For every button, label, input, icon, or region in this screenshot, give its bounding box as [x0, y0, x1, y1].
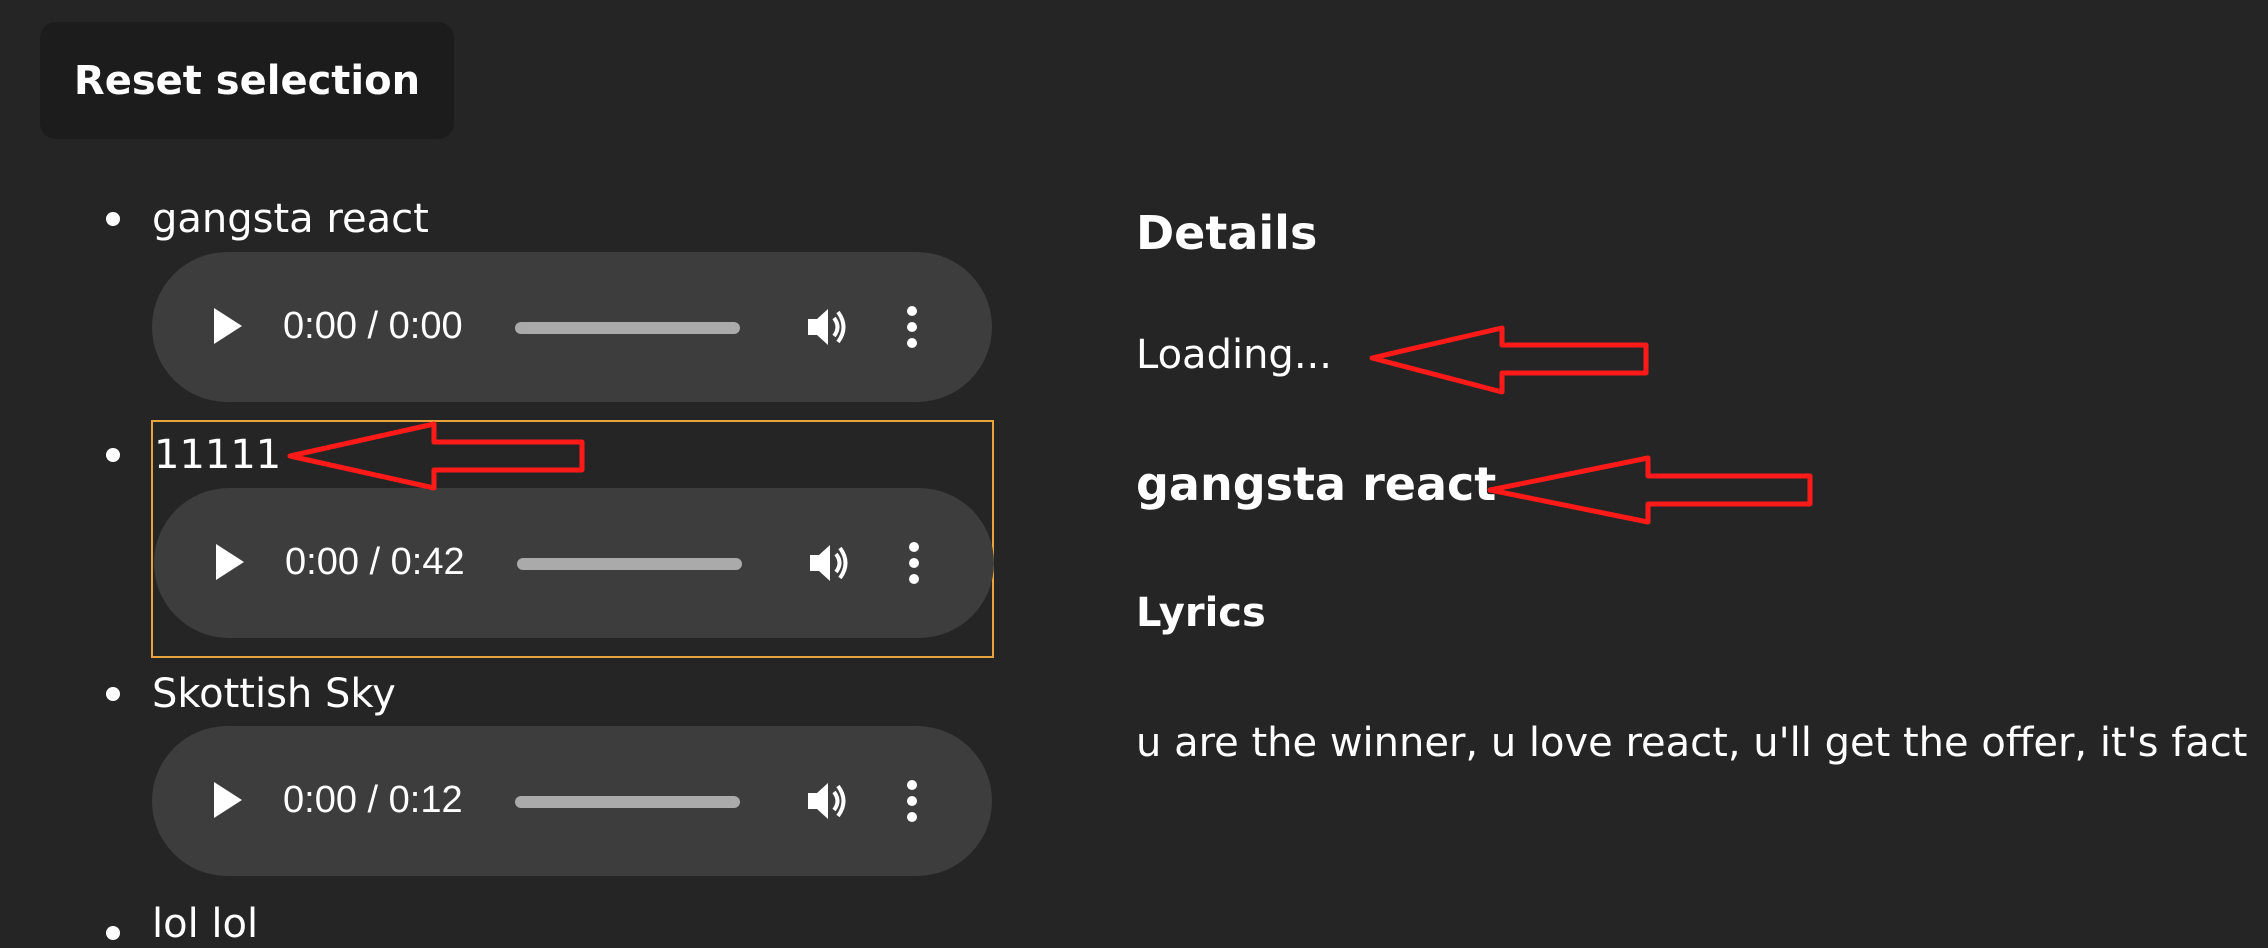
bullet — [106, 687, 120, 701]
volume-icon[interactable] — [804, 778, 850, 824]
reset-selection-button[interactable]: Reset selection — [40, 22, 454, 139]
time-display: 0:00 / 0:12 — [283, 779, 463, 821]
lyrics-text: u are the winner, u love react, u'll get… — [1136, 720, 2248, 766]
red-arrow-annotation — [287, 421, 585, 491]
seek-bar[interactable] — [515, 322, 740, 334]
track-name: lol lol — [152, 901, 259, 947]
time-display: 0:00 / 0:42 — [285, 541, 465, 583]
audio-player: 0:00 / 0:00 — [152, 252, 992, 402]
play-icon[interactable] — [214, 308, 242, 344]
loading-status: Loading... — [1136, 332, 1332, 378]
seek-bar[interactable] — [515, 796, 740, 808]
volume-icon[interactable] — [806, 540, 852, 586]
bullet — [106, 212, 120, 226]
volume-icon[interactable] — [804, 304, 850, 350]
more-vertical-icon[interactable] — [904, 778, 920, 824]
details-heading: Details — [1136, 206, 1318, 260]
play-icon[interactable] — [216, 544, 244, 580]
red-arrow-annotation — [1487, 455, 1813, 525]
lyrics-heading: Lyrics — [1136, 590, 1266, 636]
track-name: Skottish Sky — [152, 671, 396, 717]
red-arrow-annotation — [1369, 325, 1649, 395]
time-display: 0:00 / 0:00 — [283, 305, 463, 347]
bullet — [106, 926, 120, 940]
more-vertical-icon[interactable] — [906, 540, 922, 586]
track-name: 11111 — [154, 432, 282, 478]
more-vertical-icon[interactable] — [904, 304, 920, 350]
audio-player: 0:00 / 0:12 — [152, 726, 992, 876]
track-name: gangsta react — [152, 196, 429, 242]
song-title: gangsta react — [1136, 457, 1497, 511]
audio-player: 0:00 / 0:42 — [154, 488, 994, 638]
play-icon[interactable] — [214, 782, 242, 818]
seek-bar[interactable] — [517, 558, 742, 570]
bullet — [106, 448, 120, 462]
